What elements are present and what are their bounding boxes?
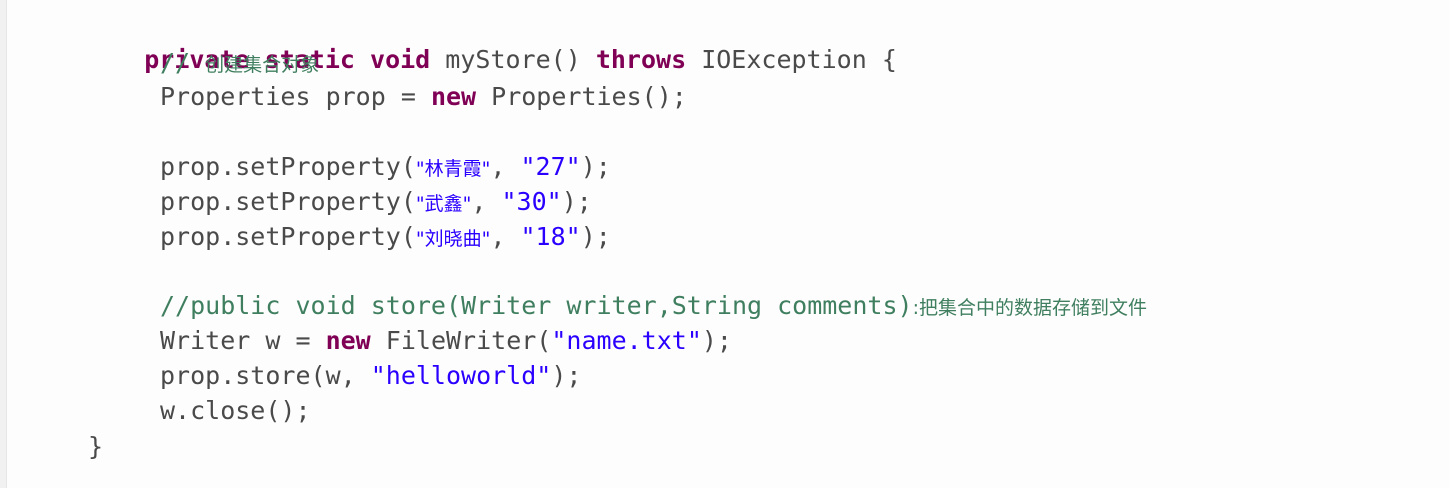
separator: , [490, 152, 521, 181]
call-text: prop.setProperty( [160, 222, 416, 251]
string-key: "刘晓曲" [415, 228, 491, 250]
call-end: ); [551, 361, 582, 390]
comment-code: //public void store(Writer writer,String… [160, 291, 913, 320]
string-key: "林青霞" [415, 158, 491, 180]
exception-type: IOException { [701, 45, 897, 74]
code-line-comment-create: // 创建集合对象 [160, 46, 319, 80]
code-line-store-call: prop.store(w, "helloworld"); [160, 359, 581, 393]
call-end: ); [580, 222, 611, 251]
code-line-properties-decl: Properties prop = new Properties(); [160, 80, 687, 114]
code-line-setproperty-1: prop.setProperty("林青霞", "27"); [160, 150, 611, 184]
closing-brace: } [88, 432, 104, 461]
code-editor[interactable]: private static void myStore() throws IOE… [0, 0, 1450, 488]
code-line-method-signature: private static void myStore() throws IOE… [84, 9, 897, 74]
keyword-new: new [430, 82, 477, 111]
string-arg: "helloworld" [370, 361, 552, 390]
string-arg: "name.txt" [551, 326, 702, 355]
comment-cjk: :把集合中的数据存储到文件 [912, 297, 1147, 319]
keyword-throws: throws [595, 45, 687, 74]
keyword-void: void [370, 45, 431, 74]
string-value: "30" [501, 187, 562, 216]
code-line-close: w.close(); [160, 394, 311, 428]
string-value: "18" [520, 222, 581, 251]
comment-text: 创建集合对象 [205, 54, 320, 76]
call-text: prop.setProperty( [160, 187, 416, 216]
code-line-setproperty-3: prop.setProperty("刘晓曲", "18"); [160, 220, 611, 254]
ctor-text: Properties(); [476, 82, 687, 111]
call-text: prop.store(w, [160, 361, 371, 390]
separator: , [490, 222, 521, 251]
code-line-writer-decl: Writer w = new FileWriter("name.txt"); [160, 324, 732, 358]
string-key: "武鑫" [415, 193, 472, 215]
string-value: "27" [520, 152, 581, 181]
call-end: ); [701, 326, 732, 355]
code-line-setproperty-2: prop.setProperty("武鑫", "30"); [160, 185, 592, 219]
call-end: ); [580, 152, 611, 181]
comment-prefix: // [160, 48, 206, 77]
stmt-text: w.close(); [160, 396, 311, 425]
call-text: prop.setProperty( [160, 152, 416, 181]
ctor-text: FileWriter( [370, 326, 552, 355]
code-line-closing-brace: } [88, 430, 103, 464]
decl-text: Writer w = [160, 326, 326, 355]
keyword-new: new [325, 326, 371, 355]
call-end: ); [561, 187, 592, 216]
separator: , [471, 187, 502, 216]
code-line-store-comment: //public void store(Writer writer,String… [160, 289, 1147, 323]
method-name: myStore() [445, 45, 581, 74]
decl-text: Properties prop = [160, 82, 431, 111]
